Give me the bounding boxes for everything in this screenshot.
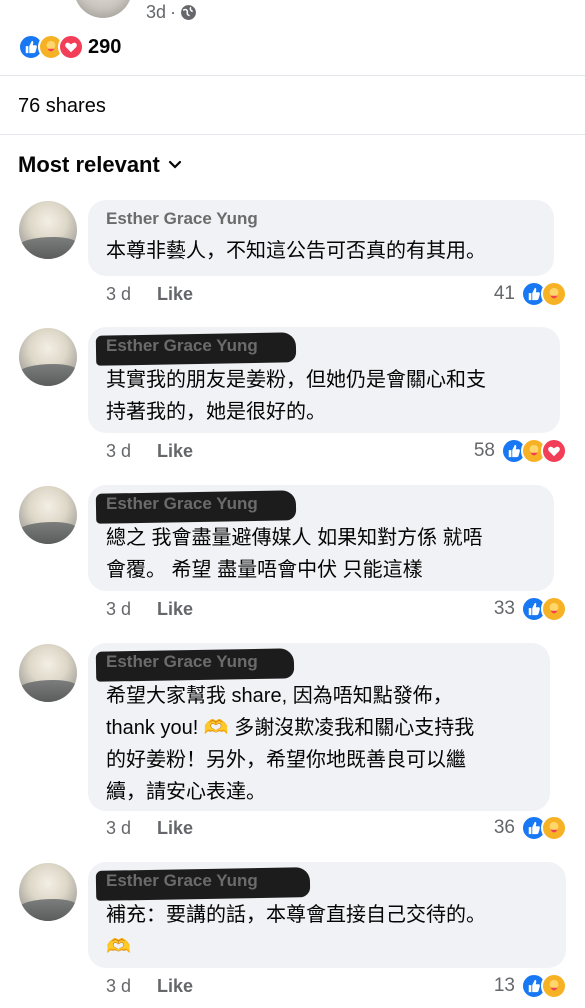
post-time: 3d (146, 2, 167, 22)
like-button[interactable]: Like (157, 284, 193, 305)
chevron-down-icon (168, 160, 181, 169)
comment-bubble[interactable]: Esther Grace Yung 希望大家幫我 share, 因為唔知點發佈，… (88, 643, 550, 811)
comment-time: 3 d (106, 599, 132, 619)
comment-actions: 3 d Like (106, 976, 193, 997)
comment-time: 3 d (106, 976, 132, 996)
comment-text: 補充：要講的話，本尊會直接自己交待的。 🫶 (106, 904, 486, 958)
comment-reaction-count: 58 (473, 440, 495, 461)
comment-time: 3 d (106, 441, 132, 461)
comment-reactions[interactable]: 58 (474, 438, 567, 464)
comment-sort-dropdown[interactable]: Most relevant (18, 152, 182, 178)
comment-reaction-count: 41 (493, 283, 515, 304)
back-arrow-icon[interactable] (0, 0, 40, 16)
comment-time: 3 d (106, 284, 132, 304)
comment-reactions[interactable]: 13 (494, 973, 567, 999)
comment-text: 總之 我會盡量避傳媒人 如果知對方係 就唔 會覆。 希望 盡量唔會中伏 只能這樣 (106, 527, 483, 581)
comment-actions: 3 d Like (106, 599, 193, 620)
love-icon (541, 438, 567, 464)
like-button[interactable]: Like (157, 599, 193, 620)
care-icon (541, 281, 567, 307)
like-button[interactable]: Like (157, 441, 193, 462)
divider (0, 134, 585, 135)
post-reaction-count: 290 (88, 35, 122, 58)
commenter-name[interactable]: Esther Grace Yung (95, 867, 311, 901)
shares-count[interactable]: 76 shares (18, 95, 106, 118)
like-button[interactable]: Like (157, 818, 193, 839)
commenter-avatar[interactable] (19, 201, 77, 259)
divider (0, 75, 585, 76)
comment-text: 其實我的朋友是姜粉，但她仍是會關心和支 持著我的，她是很好的。 (106, 369, 486, 423)
post-author-avatar[interactable] (74, 0, 132, 18)
like-button[interactable]: Like (157, 976, 193, 997)
commenter-avatar[interactable] (19, 486, 77, 544)
post-meta: 3d · (146, 2, 197, 23)
commenter-name[interactable]: Esther Grace Yung (95, 207, 258, 237)
commenter-avatar[interactable] (19, 863, 77, 921)
care-icon (541, 973, 567, 999)
comment-bubble[interactable]: Esther Grace Yung 補充：要講的話，本尊會直接自己交待的。 🫶 (88, 862, 566, 968)
comment-reaction-count: 13 (493, 975, 515, 996)
commenter-name[interactable]: Esther Grace Yung (95, 648, 295, 682)
comment-reactions[interactable]: 36 (494, 815, 567, 841)
comment-actions: 3 d Like (106, 818, 193, 839)
comment-text: 本尊非藝人，不知這公告可否真的有其用。 (106, 240, 486, 262)
comment-bubble[interactable]: Esther Grace Yung 其實我的朋友是姜粉，但她仍是會關心和支 持著… (88, 327, 560, 433)
commenter-avatar[interactable] (19, 644, 77, 702)
love-icon (58, 34, 84, 60)
comment-bubble[interactable]: Esther Grace Yung 本尊非藝人，不知這公告可否真的有其用。 (88, 200, 554, 276)
comment-actions: 3 d Like (106, 441, 193, 462)
comment-reactions[interactable]: 41 (494, 281, 567, 307)
commenter-name[interactable]: Esther Grace Yung (95, 332, 297, 366)
redaction-mark (95, 207, 97, 237)
comment-text: 希望大家幫我 share, 因為唔知點發佈， thank you! 🫶 多謝沒欺… (106, 685, 475, 803)
globe-icon (181, 5, 196, 20)
comment-reaction-count: 36 (493, 817, 515, 838)
comment-time: 3 d (106, 818, 132, 838)
reaction-icons (18, 34, 84, 60)
comment-reactions[interactable]: 33 (494, 596, 567, 622)
post-reactions-summary[interactable]: 290 (18, 34, 121, 60)
commenter-avatar[interactable] (19, 328, 77, 386)
commenter-name[interactable]: Esther Grace Yung (95, 490, 297, 524)
comment-actions: 3 d Like (106, 284, 193, 305)
comment-reaction-count: 33 (493, 598, 515, 619)
meta-separator: · (170, 2, 177, 22)
sort-label: Most relevant (18, 152, 160, 177)
comment-bubble[interactable]: Esther Grace Yung 總之 我會盡量避傳媒人 如果知對方係 就唔 … (88, 485, 554, 591)
care-icon (541, 815, 567, 841)
care-icon (541, 596, 567, 622)
